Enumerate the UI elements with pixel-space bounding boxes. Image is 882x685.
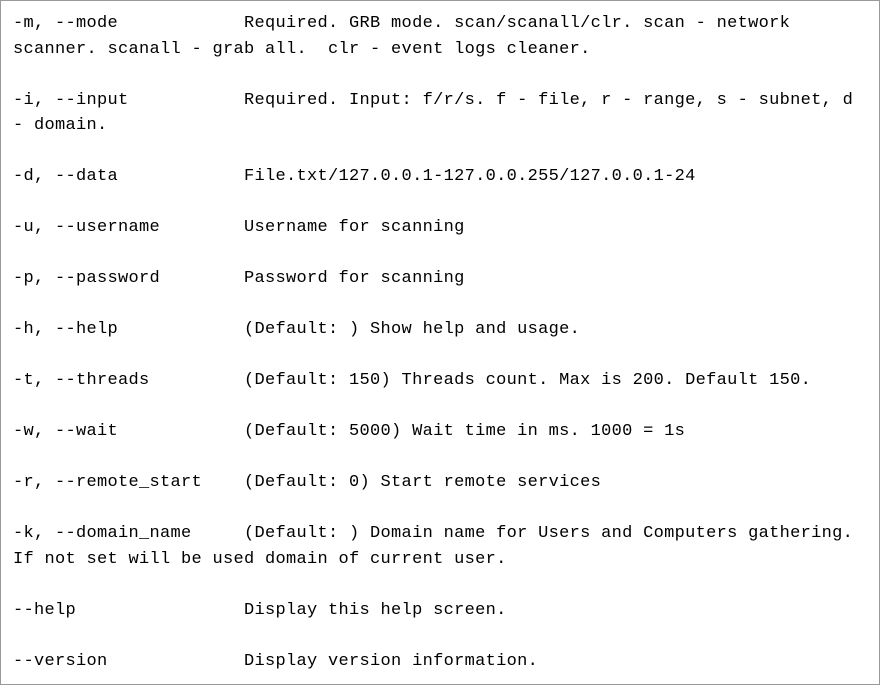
option-version: --version Display version information. <box>13 649 867 675</box>
blank-line <box>13 292 867 318</box>
blank-line <box>13 190 867 216</box>
option-threads: -t, --threads (Default: 150) Threads cou… <box>13 368 867 394</box>
blank-line <box>13 139 867 165</box>
blank-line <box>13 572 867 598</box>
option-help: --help Display this help screen. <box>13 598 867 624</box>
blank-line <box>13 623 867 649</box>
option-help-flag: -h, --help (Default: ) Show help and usa… <box>13 317 867 343</box>
option-mode: -m, --mode Required. GRB mode. scan/scan… <box>13 11 867 62</box>
option-domain-name: -k, --domain_name (Default: ) Domain nam… <box>13 521 867 572</box>
blank-line <box>13 445 867 471</box>
option-remote-start: -r, --remote_start (Default: 0) Start re… <box>13 470 867 496</box>
blank-line <box>13 343 867 369</box>
option-username: -u, --username Username for scanning <box>13 215 867 241</box>
option-password: -p, --password Password for scanning <box>13 266 867 292</box>
blank-line <box>13 496 867 522</box>
blank-line <box>13 394 867 420</box>
blank-line <box>13 62 867 88</box>
option-wait: -w, --wait (Default: 5000) Wait time in … <box>13 419 867 445</box>
option-input: -i, --input Required. Input: f/r/s. f - … <box>13 88 867 139</box>
option-data: -d, --data File.txt/127.0.0.1-127.0.0.25… <box>13 164 867 190</box>
cli-help-output: -m, --mode Required. GRB mode. scan/scan… <box>0 0 880 685</box>
blank-line <box>13 241 867 267</box>
